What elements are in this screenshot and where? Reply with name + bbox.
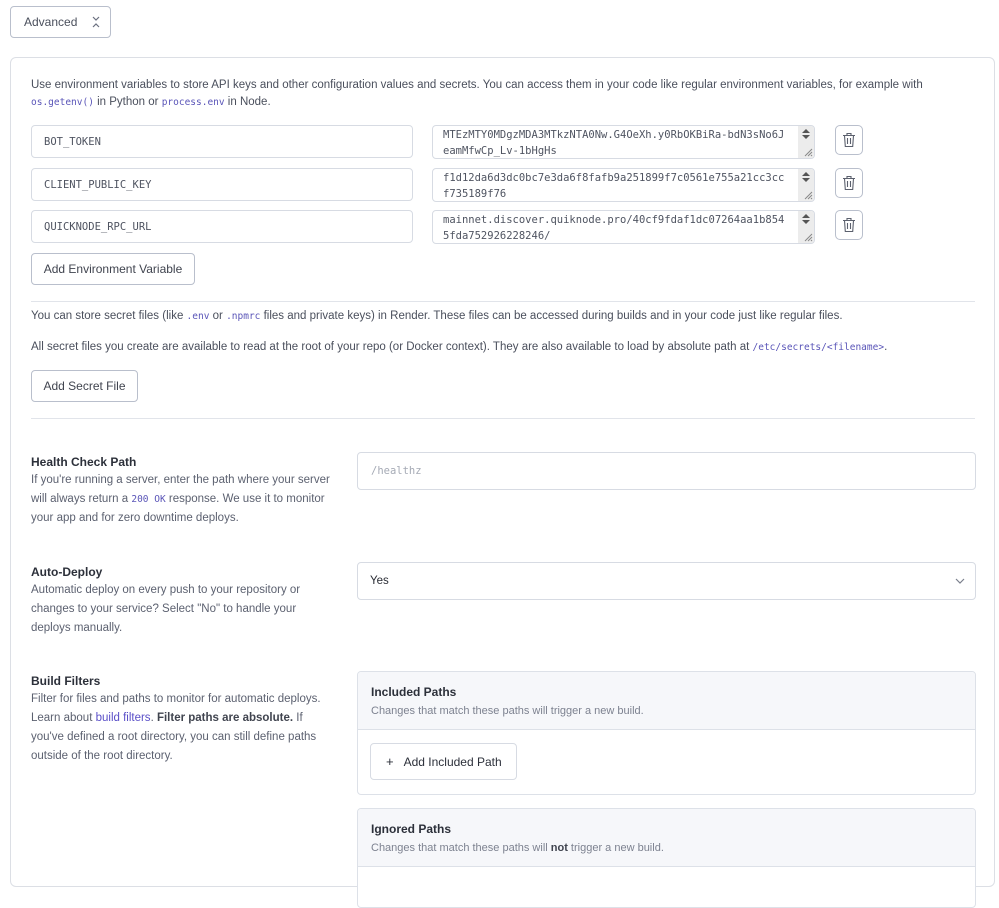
intro-text: in Node.: [224, 96, 271, 108]
auto-deploy-desc: Automatic deploy on every push to your r…: [31, 584, 301, 634]
env-var-row: QUICKNODE_RPC_URL mainnet.discover.quikn…: [31, 210, 871, 244]
env-var-row: CLIENT_PUBLIC_KEY f1d12da6d3dc0bc7e3da6f…: [31, 168, 871, 202]
env-value-text: MTEzMTY0MDgzMDA3MTkzNTA0Nw.G4OeXh.y0RbOK…: [443, 129, 785, 157]
build-filters-label: Build Filters Filter for files and paths…: [31, 672, 331, 766]
resize-grip-icon[interactable]: [803, 190, 813, 200]
ignored-paths-subtitle: Changes that match these paths will not …: [371, 839, 962, 857]
health-check-label: Health Check Path If you're running a se…: [31, 453, 331, 528]
desc-bold: Filter paths are absolute.: [156, 712, 294, 724]
auto-deploy-select[interactable]: Yes: [357, 562, 976, 600]
intro-text: in Python or: [93, 96, 162, 108]
textarea-scrollbar[interactable]: [798, 126, 814, 158]
env-value-textarea[interactable]: MTEzMTY0MDgzMDA3MTkzNTA0Nw.G4OeXh.y0RbOK…: [432, 125, 815, 159]
delete-env-var-button[interactable]: [835, 210, 863, 240]
auto-deploy-title: Auto-Deploy: [31, 565, 103, 579]
trash-icon: [843, 217, 855, 233]
code-secrets-path: /etc/secrets/<filename>: [752, 342, 885, 353]
included-paths-header: Included Paths Changes that match these …: [358, 672, 975, 730]
add-included-path-label: Add Included Path: [403, 754, 502, 769]
build-filters-link[interactable]: build filters: [96, 712, 151, 724]
code-npmrc: .npmrc: [226, 311, 261, 322]
desc-text: or: [209, 310, 227, 322]
env-vars-intro: Use environment variables to store API k…: [31, 77, 981, 111]
subtitle-bold: not: [550, 842, 568, 854]
code-process-env: process.env: [161, 97, 225, 108]
ignored-paths-title: Ignored Paths: [371, 822, 452, 836]
textarea-scrollbar[interactable]: [798, 211, 814, 243]
subtitle-text: trigger a new build.: [567, 842, 664, 854]
env-key-input[interactable]: QUICKNODE_RPC_URL: [31, 210, 413, 243]
spin-arrows-icon: [802, 129, 810, 139]
secret-files-desc-2: All secret files you create are availabl…: [31, 339, 887, 356]
advanced-panel: Use environment variables to store API k…: [10, 57, 995, 908]
env-value-text: mainnet.discover.quiknode.pro/40cf9fdaf1…: [443, 214, 785, 242]
env-var-row: BOT_TOKEN MTEzMTY0MDgzMDA3MTkzNTA0Nw.G4O…: [31, 125, 871, 159]
desc-text: You can store secret files (like: [31, 310, 187, 322]
included-paths-subtitle: Changes that match these paths will trig…: [371, 705, 644, 717]
env-value-textarea[interactable]: f1d12da6d3dc0bc7e3da6f8fafb9a251899f7c05…: [432, 168, 815, 202]
health-check-title: Health Check Path: [31, 455, 137, 469]
build-filters-title: Build Filters: [31, 674, 101, 688]
advanced-toggle-button[interactable]: Advanced: [10, 6, 111, 38]
secret-files-desc-1: You can store secret files (like .env or…: [31, 308, 843, 325]
desc-text: All secret files you create are availabl…: [31, 341, 753, 353]
divider: [31, 301, 975, 302]
health-check-path-input[interactable]: /healthz: [357, 452, 976, 490]
delete-env-var-button[interactable]: [835, 168, 863, 198]
chevron-down-icon: [955, 578, 965, 584]
trash-icon: [843, 175, 855, 191]
env-value-text: f1d12da6d3dc0bc7e3da6f8fafb9a251899f7c05…: [443, 172, 785, 200]
chevrons-collapse-icon: [91, 15, 101, 29]
ignored-paths-header: Ignored Paths Changes that match these p…: [358, 809, 975, 867]
trash-icon: [843, 132, 855, 148]
intro-text: Use environment variables to store API k…: [31, 79, 923, 91]
plus-icon: +: [386, 754, 394, 769]
subtitle-text: Changes that match these paths will: [371, 842, 551, 854]
add-included-path-button[interactable]: + Add Included Path: [370, 743, 517, 780]
code-200-ok: 200 OK: [131, 494, 166, 505]
env-key-input[interactable]: CLIENT_PUBLIC_KEY: [31, 168, 413, 201]
advanced-toggle-label: Advanced: [24, 15, 78, 29]
code-os-getenv: os.getenv(): [31, 97, 94, 108]
divider: [31, 418, 975, 419]
build-filters-desc: Filter for files and paths to monitor fo…: [31, 690, 331, 766]
desc-text: files and private keys) in Render. These…: [260, 310, 843, 322]
included-paths-card: Included Paths Changes that match these …: [357, 671, 976, 795]
health-check-desc: If you're running a server, enter the pa…: [31, 471, 331, 528]
resize-grip-icon[interactable]: [803, 147, 813, 157]
included-paths-body: + Add Included Path: [358, 730, 975, 794]
env-key-input[interactable]: BOT_TOKEN: [31, 125, 413, 158]
ignored-paths-card: Ignored Paths Changes that match these p…: [357, 808, 976, 908]
desc-text: .: [884, 341, 888, 353]
included-paths-title: Included Paths: [371, 685, 457, 699]
spin-arrows-icon: [802, 172, 810, 182]
auto-deploy-selected-value: Yes: [370, 575, 389, 587]
resize-grip-icon[interactable]: [803, 232, 813, 242]
code-env: .env: [186, 311, 210, 322]
delete-env-var-button[interactable]: [835, 125, 863, 155]
spin-arrows-icon: [802, 214, 810, 224]
auto-deploy-label: Auto-Deploy Automatic deploy on every pu…: [31, 563, 331, 638]
env-value-textarea[interactable]: mainnet.discover.quiknode.pro/40cf9fdaf1…: [432, 210, 815, 244]
add-secret-file-button[interactable]: Add Secret File: [31, 370, 138, 402]
textarea-scrollbar[interactable]: [798, 169, 814, 201]
add-env-var-button[interactable]: Add Environment Variable: [31, 253, 195, 285]
